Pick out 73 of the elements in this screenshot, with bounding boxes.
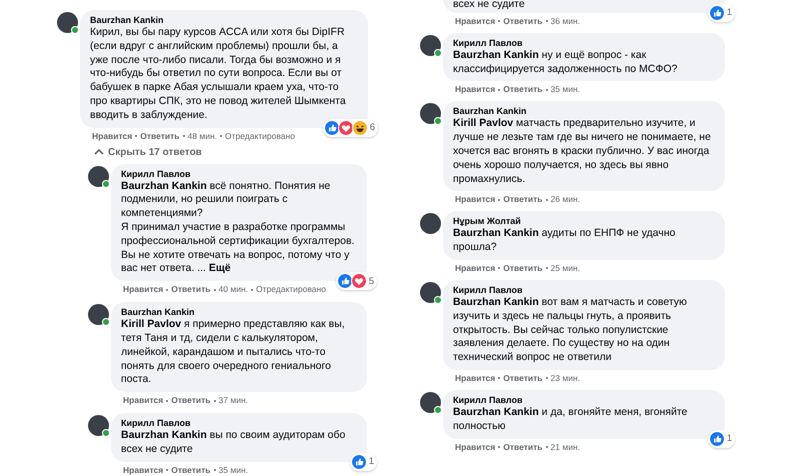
- avatar[interactable]: [57, 12, 78, 33]
- like-link[interactable]: Нравится: [123, 284, 164, 296]
- author-name[interactable]: Baurzhan Kankin: [90, 14, 358, 26]
- timestamp[interactable]: 35 мин.: [550, 84, 580, 96]
- author-name[interactable]: Baurzhan Kankin: [453, 105, 715, 118]
- timestamp[interactable]: 37 мин.: [218, 395, 248, 406]
- avatar[interactable]: [420, 282, 441, 303]
- reactions-badge[interactable]: 6: [322, 118, 378, 137]
- author-name[interactable]: Кирилл Павлов: [453, 394, 715, 406]
- thumbs-up-icon: [708, 4, 725, 21]
- author-name[interactable]: Кирилл Павлов: [121, 417, 357, 430]
- comment-text: Kirill Pavlov матчасть предварительно изучите, и лучше не лезьте там где вы ничего не понимаете, не хочется вас вгонять в краски публично. У вас иногда очень хорошо получается, но здесь вы явно промахнулись.: [453, 117, 712, 186]
- like-link[interactable]: Нравится: [455, 84, 496, 96]
- reply-link[interactable]: Ответить: [171, 464, 211, 476]
- timestamp[interactable]: 48 мин.: [188, 130, 217, 142]
- avatar[interactable]: [88, 304, 109, 326]
- comment-text: Baurzhan Kankin вы по своим аудиторам обо всех не судите: [121, 429, 346, 457]
- heart-icon: [338, 120, 354, 136]
- thumbs-up-icon: [350, 454, 367, 470]
- heart-icon: [350, 273, 367, 290]
- reactions-badge[interactable]: 1: [350, 452, 377, 471]
- like-link[interactable]: Нравится: [123, 464, 164, 476]
- more-link[interactable]: Ещё: [208, 262, 231, 274]
- like-link[interactable]: Нравится: [455, 16, 496, 27]
- timestamp[interactable]: 23 мин.: [550, 372, 580, 384]
- reply-link[interactable]: Ответить: [503, 84, 543, 96]
- author-name[interactable]: Кирилл Павлов: [453, 36, 715, 49]
- avatar[interactable]: [420, 213, 441, 234]
- thumbs-up-icon: [708, 430, 725, 447]
- timestamp[interactable]: 25 мин.: [550, 262, 580, 274]
- thumbs-up-icon: [336, 273, 353, 290]
- edited-label: Отредактировано: [256, 284, 326, 296]
- reactions-badge[interactable]: 1: [708, 430, 735, 448]
- avatar[interactable]: [88, 166, 109, 187]
- comment-text: Baurzhan Kankin вот вам я матчасть и советую изучить и здесь не пальцы гнуть, а проявить открытость. Вы сейчас только популистские заявления делаете. По существу но на один технический вопрос не ответили: [453, 296, 688, 365]
- comment-text: всех не судите: [453, 0, 526, 12]
- author-name[interactable]: Baurzhan Kankin: [121, 306, 357, 318]
- reply-link[interactable]: Ответить: [171, 284, 211, 296]
- reply-link[interactable]: Ответить: [503, 372, 543, 384]
- timestamp[interactable]: 35 мин.: [218, 464, 248, 476]
- avatar[interactable]: [420, 34, 441, 56]
- avatar[interactable]: [420, 392, 441, 413]
- reply-link[interactable]: Ответить: [503, 194, 543, 206]
- like-link[interactable]: Нравится: [455, 372, 496, 384]
- reactions-badge[interactable]: 1: [708, 4, 735, 22]
- author-name[interactable]: Кирилл Павлов: [121, 168, 357, 180]
- reply-link[interactable]: Ответить: [171, 395, 211, 406]
- reply-link[interactable]: Ответить: [503, 16, 543, 27]
- avatar[interactable]: [88, 415, 109, 436]
- thumbs-up-icon: [324, 120, 340, 136]
- laughing-face-icon: [352, 120, 368, 136]
- like-link[interactable]: Нравится: [455, 194, 496, 206]
- timestamp[interactable]: 21 мин.: [550, 442, 580, 453]
- comment-text: Baurzhan Kankin аудиты по ЕНПФ не удачно прошла?: [453, 227, 676, 255]
- author-name[interactable]: Нұрым Жолтай: [453, 215, 715, 228]
- timestamp[interactable]: 36 мин.: [550, 16, 580, 27]
- reply-link[interactable]: Ответить: [503, 442, 543, 453]
- author-name[interactable]: Кирилл Павлов: [453, 284, 715, 296]
- like-link[interactable]: Нравится: [123, 395, 164, 406]
- like-link[interactable]: Нравится: [455, 442, 496, 453]
- comment-text: Kirill Pavlov я примерно представляю как вы, тетя Таня и тд, сидели с калькулятором, линейкой, карандашом и пытались что-то понять для своего очередного гениального поста.: [121, 318, 346, 388]
- timestamp[interactable]: 26 мин.: [550, 194, 580, 206]
- like-link[interactable]: Нравится: [455, 262, 496, 274]
- comment-text: Baurzhan Kankin и да, вгоняйте меня, вгоняйте полностью: [453, 406, 688, 434]
- hide-replies-link[interactable]: Скрыть 17 ответов: [93, 146, 202, 158]
- reply-link[interactable]: Ответить: [503, 262, 543, 274]
- comment-text: Baurzhan Kankin ну и ещё вопрос - как классифицируется задолженность по МСФО?: [453, 48, 678, 76]
- edited-label: Отредактировано: [225, 130, 295, 142]
- reactions-badge[interactable]: 5: [336, 272, 377, 290]
- avatar[interactable]: [420, 103, 441, 124]
- like-link[interactable]: Нравится: [92, 130, 132, 142]
- timestamp[interactable]: 40 мин.: [218, 284, 248, 296]
- reply-link[interactable]: Ответить: [140, 130, 180, 142]
